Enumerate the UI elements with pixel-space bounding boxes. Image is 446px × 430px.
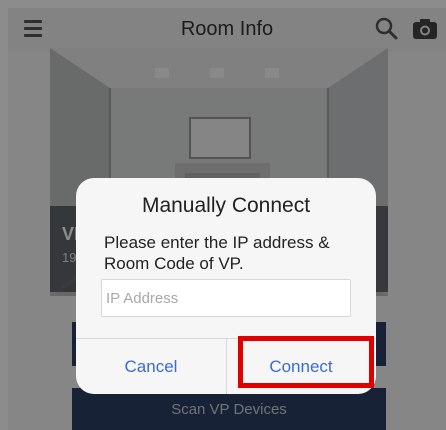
dialog-message: Please enter the IP address & Room Code …	[104, 233, 330, 273]
cancel-button[interactable]: Cancel	[76, 339, 226, 394]
ip-address-input[interactable]	[101, 279, 351, 317]
dialog-title: Manually Connect	[141, 194, 311, 217]
connect-highlight-box	[238, 336, 374, 388]
